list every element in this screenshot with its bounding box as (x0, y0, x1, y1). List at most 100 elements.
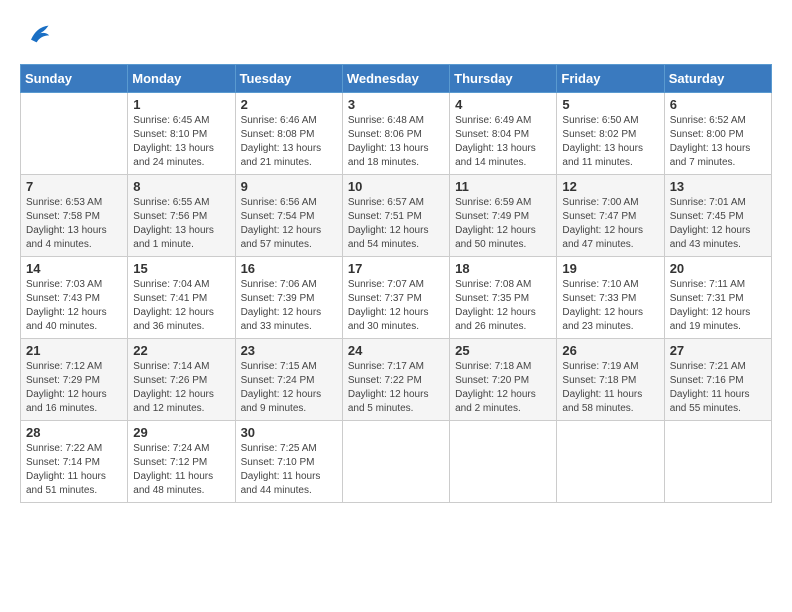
day-info: Sunrise: 7:08 AM Sunset: 7:35 PM Dayligh… (455, 278, 551, 334)
day-info: Sunrise: 7:11 AM Sunset: 7:31 PM Dayligh… (670, 278, 766, 334)
weekday-header-monday: Monday (128, 65, 235, 93)
calendar-cell: 16 Sunrise: 7:06 AM Sunset: 7:39 PM Dayli… (235, 257, 342, 339)
day-info: Sunrise: 6:59 AM Sunset: 7:49 PM Dayligh… (455, 196, 551, 252)
day-number: 1 (133, 97, 229, 112)
day-info: Sunrise: 6:49 AM Sunset: 8:04 PM Dayligh… (455, 114, 551, 170)
day-number: 2 (241, 97, 337, 112)
calendar-cell: 29Sunrise: 7:24 AM Sunset: 7:12 PM Dayli… (128, 421, 235, 503)
day-info: Sunrise: 7:22 AM Sunset: 7:14 PM Dayligh… (26, 442, 122, 498)
day-number: 20 (670, 261, 766, 276)
calendar-cell (664, 421, 771, 503)
day-number: 27 (670, 343, 766, 358)
calendar-week-0: 1 Sunrise: 6:45 AM Sunset: 8:10 PM Daylig… (21, 93, 772, 175)
day-number: 23 (241, 343, 337, 358)
weekday-header-friday: Friday (557, 65, 664, 93)
day-number: 21 (26, 343, 122, 358)
day-info: Sunrise: 7:03 AM Sunset: 7:43 PM Dayligh… (26, 278, 122, 334)
day-number: 29 (133, 425, 229, 440)
day-info: Sunrise: 7:21 AM Sunset: 7:16 PM Dayligh… (670, 360, 766, 416)
logo-bird-icon (24, 20, 52, 48)
day-number: 6 (670, 97, 766, 112)
day-info: Sunrise: 6:45 AM Sunset: 8:10 PM Dayligh… (133, 114, 229, 170)
calendar-cell: 15Sunrise: 7:04 AM Sunset: 7:41 PM Dayli… (128, 257, 235, 339)
day-info: Sunrise: 6:57 AM Sunset: 7:51 PM Dayligh… (348, 196, 444, 252)
weekday-header-sunday: Sunday (21, 65, 128, 93)
calendar-week-2: 14 Sunrise: 7:03 AM Sunset: 7:43 PM Dayli… (21, 257, 772, 339)
day-number: 3 (348, 97, 444, 112)
calendar-cell (450, 421, 557, 503)
day-info: Sunrise: 7:04 AM Sunset: 7:41 PM Dayligh… (133, 278, 229, 334)
calendar-cell (21, 93, 128, 175)
page-header (20, 20, 772, 48)
day-info: Sunrise: 7:15 AM Sunset: 7:24 PM Dayligh… (241, 360, 337, 416)
day-info: Sunrise: 7:25 AM Sunset: 7:10 PM Dayligh… (241, 442, 337, 498)
day-info: Sunrise: 7:06 AM Sunset: 7:39 PM Dayligh… (241, 278, 337, 334)
day-info: Sunrise: 7:00 AM Sunset: 7:47 PM Dayligh… (562, 196, 658, 252)
logo (20, 20, 52, 48)
calendar-cell: 30 Sunrise: 7:25 AM Sunset: 7:10 PM Dayli… (235, 421, 342, 503)
day-number: 19 (562, 261, 658, 276)
weekday-header-saturday: Saturday (664, 65, 771, 93)
day-number: 26 (562, 343, 658, 358)
calendar-cell: 22Sunrise: 7:14 AM Sunset: 7:26 PM Dayli… (128, 339, 235, 421)
calendar-cell (557, 421, 664, 503)
day-info: Sunrise: 6:55 AM Sunset: 7:56 PM Dayligh… (133, 196, 229, 252)
calendar-cell (342, 421, 449, 503)
calendar-cell: 27 Sunrise: 7:21 AM Sunset: 7:16 PM Dayli… (664, 339, 771, 421)
calendar-cell: 21 Sunrise: 7:12 AM Sunset: 7:29 PM Dayli… (21, 339, 128, 421)
calendar-cell: 8 Sunrise: 6:55 AM Sunset: 7:56 PM Daylig… (128, 175, 235, 257)
calendar-week-3: 21 Sunrise: 7:12 AM Sunset: 7:29 PM Dayli… (21, 339, 772, 421)
day-info: Sunrise: 6:56 AM Sunset: 7:54 PM Dayligh… (241, 196, 337, 252)
calendar-table: SundayMondayTuesdayWednesdayThursdayFrid… (20, 64, 772, 503)
day-info: Sunrise: 6:50 AM Sunset: 8:02 PM Dayligh… (562, 114, 658, 170)
calendar-cell: 26 Sunrise: 7:19 AM Sunset: 7:18 PM Dayli… (557, 339, 664, 421)
day-number: 17 (348, 261, 444, 276)
day-info: Sunrise: 6:52 AM Sunset: 8:00 PM Dayligh… (670, 114, 766, 170)
calendar-cell: 24 Sunrise: 7:17 AM Sunset: 7:22 PM Dayli… (342, 339, 449, 421)
weekday-header-row: SundayMondayTuesdayWednesdayThursdayFrid… (21, 65, 772, 93)
day-info: Sunrise: 7:19 AM Sunset: 7:18 PM Dayligh… (562, 360, 658, 416)
calendar-cell: 28 Sunrise: 7:22 AM Sunset: 7:14 PM Dayli… (21, 421, 128, 503)
day-info: Sunrise: 7:18 AM Sunset: 7:20 PM Dayligh… (455, 360, 551, 416)
calendar-cell: 2 Sunrise: 6:46 AM Sunset: 8:08 PM Daylig… (235, 93, 342, 175)
weekday-header-tuesday: Tuesday (235, 65, 342, 93)
day-number: 8 (133, 179, 229, 194)
day-info: Sunrise: 7:10 AM Sunset: 7:33 PM Dayligh… (562, 278, 658, 334)
day-number: 28 (26, 425, 122, 440)
day-number: 10 (348, 179, 444, 194)
day-number: 5 (562, 97, 658, 112)
calendar-cell: 10 Sunrise: 6:57 AM Sunset: 7:51 PM Dayli… (342, 175, 449, 257)
day-number: 12 (562, 179, 658, 194)
calendar-cell: 25 Sunrise: 7:18 AM Sunset: 7:20 PM Dayli… (450, 339, 557, 421)
calendar-cell: 11 Sunrise: 6:59 AM Sunset: 7:49 PM Dayli… (450, 175, 557, 257)
calendar-cell: 19 Sunrise: 7:10 AM Sunset: 7:33 PM Dayli… (557, 257, 664, 339)
calendar-week-4: 28 Sunrise: 7:22 AM Sunset: 7:14 PM Dayli… (21, 421, 772, 503)
calendar-cell: 13 Sunrise: 7:01 AM Sunset: 7:45 PM Dayli… (664, 175, 771, 257)
day-number: 30 (241, 425, 337, 440)
calendar-cell: 17 Sunrise: 7:07 AM Sunset: 7:37 PM Dayli… (342, 257, 449, 339)
day-number: 14 (26, 261, 122, 276)
day-info: Sunrise: 7:07 AM Sunset: 7:37 PM Dayligh… (348, 278, 444, 334)
calendar-cell: 6 Sunrise: 6:52 AM Sunset: 8:00 PM Daylig… (664, 93, 771, 175)
calendar-week-1: 7Sunrise: 6:53 AM Sunset: 7:58 PM Daylig… (21, 175, 772, 257)
day-number: 11 (455, 179, 551, 194)
weekday-header-wednesday: Wednesday (342, 65, 449, 93)
calendar-cell: 3Sunrise: 6:48 AM Sunset: 8:06 PM Daylig… (342, 93, 449, 175)
day-number: 25 (455, 343, 551, 358)
calendar-cell: 5 Sunrise: 6:50 AM Sunset: 8:02 PM Daylig… (557, 93, 664, 175)
day-info: Sunrise: 7:01 AM Sunset: 7:45 PM Dayligh… (670, 196, 766, 252)
day-info: Sunrise: 7:17 AM Sunset: 7:22 PM Dayligh… (348, 360, 444, 416)
day-number: 16 (241, 261, 337, 276)
day-info: Sunrise: 6:53 AM Sunset: 7:58 PM Dayligh… (26, 196, 122, 252)
calendar-cell: 18Sunrise: 7:08 AM Sunset: 7:35 PM Dayli… (450, 257, 557, 339)
day-info: Sunrise: 6:46 AM Sunset: 8:08 PM Dayligh… (241, 114, 337, 170)
day-number: 22 (133, 343, 229, 358)
calendar-cell: 14 Sunrise: 7:03 AM Sunset: 7:43 PM Dayli… (21, 257, 128, 339)
day-number: 24 (348, 343, 444, 358)
day-number: 13 (670, 179, 766, 194)
calendar-cell: 9 Sunrise: 6:56 AM Sunset: 7:54 PM Daylig… (235, 175, 342, 257)
calendar-cell: 23 Sunrise: 7:15 AM Sunset: 7:24 PM Dayli… (235, 339, 342, 421)
day-info: Sunrise: 7:12 AM Sunset: 7:29 PM Dayligh… (26, 360, 122, 416)
day-number: 9 (241, 179, 337, 194)
day-number: 4 (455, 97, 551, 112)
